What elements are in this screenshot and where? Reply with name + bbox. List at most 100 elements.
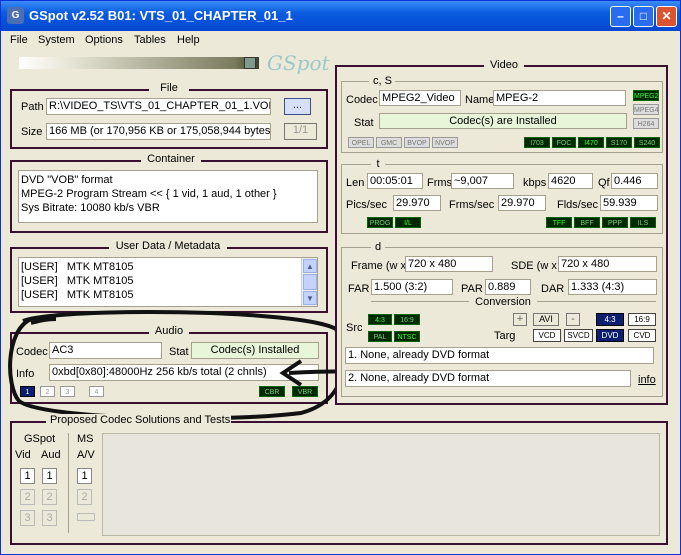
video-codec-field: MPEG2_Video [379, 90, 461, 106]
flds-label: Flds/sec [557, 199, 598, 211]
list-item: [USER] MTK MT8105 [21, 289, 134, 301]
conversion-label: Conversion [469, 296, 537, 308]
dar-label: DAR [541, 283, 565, 295]
video-name-label: Name [465, 94, 495, 106]
nvop-led: NVOP [432, 137, 458, 148]
userdata-scrollbar[interactable]: ▲ ▼ [301, 258, 317, 306]
ils-led: ILS [630, 217, 656, 228]
qf-field: 0.446 [611, 173, 658, 189]
ms-test-placeholder [77, 513, 95, 521]
src-ntsc-led: NTSC [394, 331, 420, 342]
bff-led: BFF [574, 217, 600, 228]
title-bar[interactable]: G GSpot v2.52 B01: VTS_01_CHAPTER_01_1 –… [1, 1, 680, 31]
targ-cvd-button[interactable]: CVD [628, 329, 656, 342]
userdata-list: [USER] MTK MT8105 [USER] MTK MT8105 [USE… [18, 257, 318, 307]
interlaced-led: I/L [395, 217, 421, 228]
gspot-window: G GSpot v2.52 B01: VTS_01_CHAPTER_01_1 –… [0, 0, 681, 555]
menu-tables[interactable]: Tables [134, 34, 166, 46]
ms-test-1[interactable]: 1 [77, 468, 92, 484]
vid-test-1[interactable]: 1 [20, 468, 35, 484]
minimize-button[interactable]: – [610, 6, 631, 27]
video-stat-label: Stat [354, 117, 374, 129]
browse-button[interactable]: ... [284, 98, 311, 115]
pics-label: Pics/sec [346, 199, 387, 211]
bvop-led: BVOP [404, 137, 430, 148]
video-name-field: MPEG-2 [493, 90, 626, 106]
path-label: Path [21, 101, 44, 113]
column-divider [68, 433, 69, 533]
opel-led: OPEL [348, 137, 374, 148]
vid-test-3[interactable]: 3 [20, 510, 35, 526]
mpeg2-led: MPEG2 [633, 90, 659, 101]
av-label: A/V [77, 449, 95, 461]
kbps-label: kbps [523, 177, 547, 189]
container-line: MPEG-2 Program Stream << { 1 vid, 1 aud,… [21, 188, 277, 200]
frame-field: 720 x 480 [405, 256, 493, 272]
solutions-output-area [102, 433, 660, 536]
sde-label: SDE (w x [511, 260, 557, 272]
targ-vcd-button[interactable]: VCD [533, 329, 561, 342]
flds-field: 59.939 [600, 195, 658, 211]
src-169-led: 16:9 [394, 314, 420, 325]
far-label: FAR [348, 283, 370, 295]
scroll-up-icon[interactable]: ▲ [303, 259, 317, 273]
close-button[interactable]: ✕ [656, 6, 677, 27]
aud-test-3[interactable]: 3 [42, 510, 57, 526]
scroll-thumb[interactable] [303, 274, 317, 290]
targ-43-button[interactable]: 4:3 [596, 313, 624, 326]
frmsec-field: 29.970 [498, 195, 546, 211]
far-field: 1.500 (3:2) [371, 279, 453, 295]
targ-169-button[interactable]: 16:9 [628, 313, 656, 326]
len-label: Len [346, 177, 365, 189]
menu-system[interactable]: System [38, 34, 75, 46]
targ-svcd-button[interactable]: SVCD [564, 329, 593, 342]
menu-options[interactable]: Options [85, 34, 123, 46]
proposed-legend: Proposed Codec Solutions and Tests [46, 414, 231, 426]
app-icon: G [7, 7, 24, 24]
aud-test-2[interactable]: 2 [42, 489, 57, 505]
list-item: [USER] MTK MT8105 [21, 261, 134, 273]
menu-help[interactable]: Help [177, 34, 200, 46]
targ-avi-button[interactable]: AVI [533, 313, 559, 326]
page-indicator[interactable]: 1/1 [284, 123, 317, 140]
gspot-column-label: GSpot [24, 433, 56, 445]
vid-test-2[interactable]: 2 [20, 489, 35, 505]
targ-dvd-button[interactable]: DVD [596, 329, 624, 342]
maximize-button[interactable]: □ [633, 6, 654, 27]
gmc-led: GMC [376, 137, 402, 148]
menu-bar: File System Options Tables Help [1, 31, 680, 51]
ms-column-label: MS [77, 433, 94, 445]
src-43-led: 4:3 [368, 314, 392, 325]
sde-field: 720 x 480 [558, 256, 657, 272]
path-field[interactable]: R:\VIDEO_TS\VTS_01_CHAPTER_01_1.VOB [46, 98, 271, 115]
container-legend: Container [141, 153, 201, 165]
ms-test-2[interactable]: 2 [77, 489, 92, 505]
container-info-box: DVD "VOB" format MPEG-2 Program Stream <… [18, 170, 318, 223]
video-codec-label: Codec [346, 94, 378, 106]
size-label: Size [21, 126, 43, 138]
h264-led: H264 [633, 118, 659, 129]
par-label: PAR [461, 283, 483, 295]
codec-legend: c, S [369, 75, 395, 87]
vid-label: Vid [15, 449, 31, 461]
targ-plus-button[interactable]: + [513, 313, 527, 326]
frame-label: Frame (w x [351, 260, 406, 272]
src-label: Src [346, 322, 363, 334]
aud-test-1[interactable]: 1 [42, 468, 57, 484]
container-line: DVD "VOB" format [21, 174, 113, 186]
par-field: 0.889 [485, 279, 531, 295]
info-link[interactable]: info [638, 374, 656, 386]
frms-field: ~9,007 [451, 173, 514, 189]
mpeg4-led: MPEG4 [633, 104, 659, 115]
targ-minus-button[interactable]: - [566, 313, 580, 326]
s240-led: S240 [634, 137, 660, 148]
menu-file[interactable]: File [10, 34, 28, 46]
len-field: 00:05:01 [367, 173, 423, 189]
frms-label: Frms [427, 177, 453, 189]
container-line: Sys Bitrate: 10080 kb/s VBR [21, 202, 160, 214]
kbps-field: 4620 [548, 173, 593, 189]
file-legend: File [149, 82, 189, 94]
userdata-legend: User Data / Metadata [109, 240, 227, 252]
logo-square-icon [244, 57, 256, 69]
prog-led: PROG [367, 217, 393, 228]
